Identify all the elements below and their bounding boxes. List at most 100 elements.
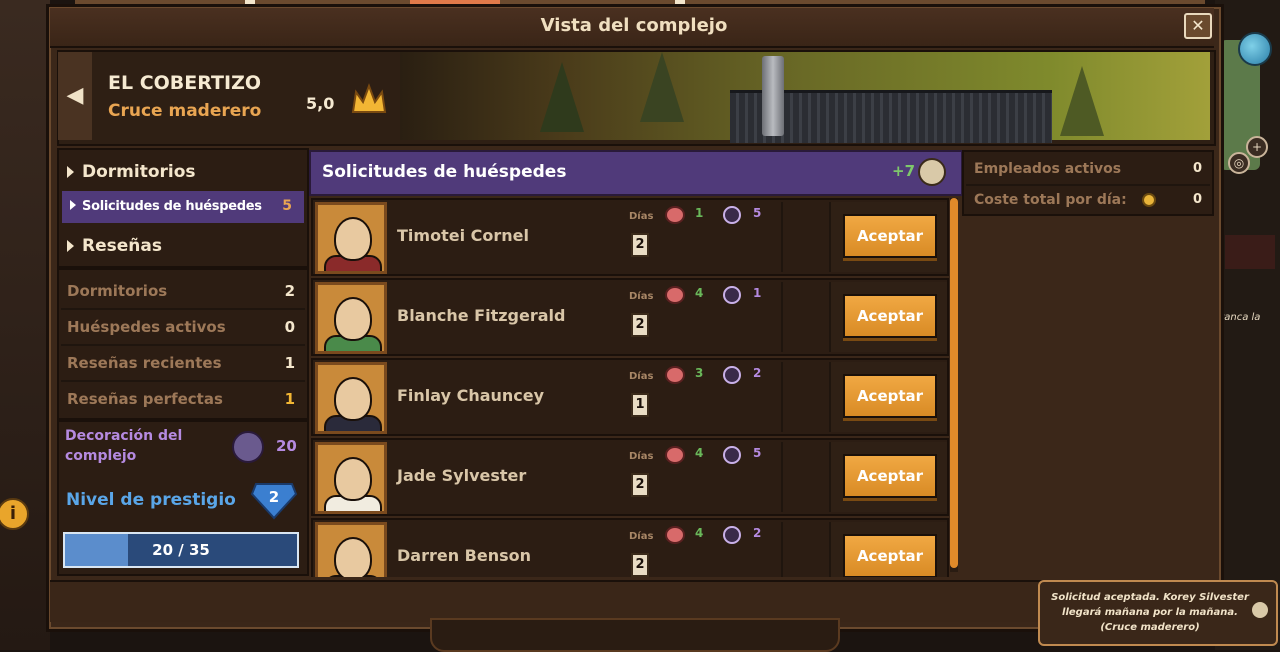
guest-avatar bbox=[315, 442, 387, 514]
guest-value: 2 bbox=[753, 366, 762, 380]
divider bbox=[781, 202, 783, 272]
food-icon bbox=[665, 286, 685, 304]
back-button[interactable]: ◀ bbox=[58, 52, 92, 140]
guest-icon bbox=[1252, 602, 1268, 618]
request-row: Timotei Cornel Días 2 1 5 Aceptar bbox=[311, 198, 949, 276]
nav-item-reviews[interactable]: Reseñas bbox=[67, 236, 162, 256]
nav-item-dormitories[interactable]: Dormitorios bbox=[67, 162, 196, 182]
guest-value: 1 bbox=[753, 286, 762, 300]
accept-button[interactable]: Aceptar bbox=[843, 534, 937, 577]
caret-right-icon bbox=[70, 200, 76, 210]
bottom-hud bbox=[430, 618, 840, 652]
more-requests-count: +7 bbox=[892, 162, 916, 180]
venue-name: EL COBERTIZO bbox=[108, 72, 261, 94]
venue-rating: 5,0 bbox=[306, 94, 335, 113]
progress-text: 20 / 35 bbox=[152, 541, 210, 559]
crown-icon bbox=[351, 83, 387, 113]
add-guest-icon[interactable] bbox=[918, 158, 946, 186]
divider bbox=[781, 362, 783, 432]
employees-panel: Empleados activos 0 Coste total por día:… bbox=[962, 150, 1214, 216]
decoration-icon bbox=[232, 431, 264, 463]
requests-count: 5 bbox=[282, 198, 292, 214]
guest-value: 2 bbox=[753, 526, 762, 540]
caret-right-icon bbox=[67, 240, 74, 252]
food-value: 4 bbox=[695, 286, 704, 300]
days-value: 2 bbox=[631, 473, 649, 497]
background-right bbox=[1215, 0, 1280, 650]
days-label: Días bbox=[629, 211, 654, 222]
globe-icon[interactable] bbox=[1238, 32, 1272, 66]
guest-avatar bbox=[315, 362, 387, 434]
request-row: Jade Sylvester Días 2 4 5 Aceptar bbox=[311, 438, 949, 516]
guest-avatar bbox=[315, 202, 387, 274]
prestige-label: Nivel de prestigio bbox=[66, 490, 236, 510]
food-value: 1 bbox=[695, 206, 704, 220]
target-icon[interactable]: ◎ bbox=[1228, 152, 1250, 174]
food-icon bbox=[665, 446, 685, 464]
guest-name: Blanche Fitzgerald bbox=[397, 306, 566, 325]
prestige-progress-bar: 20 / 35 bbox=[63, 532, 299, 568]
days-label: Días bbox=[629, 531, 654, 542]
toast-text: Solicitud aceptada. Korey Silvester lleg… bbox=[1051, 592, 1249, 633]
guest-icon bbox=[723, 446, 741, 464]
guest-name: Finlay Chauncey bbox=[397, 386, 545, 405]
food-icon bbox=[665, 526, 685, 544]
stat-row: Reseñas perfectas 1 bbox=[67, 390, 295, 408]
stat-row: Huéspedes activos 0 bbox=[61, 310, 305, 346]
days-label: Días bbox=[629, 291, 654, 302]
decoration-value: 20 bbox=[276, 437, 297, 455]
caret-right-icon bbox=[67, 166, 74, 178]
active-employees-row: Empleados activos 0 bbox=[966, 154, 1210, 186]
guest-name: Darren Benson bbox=[397, 546, 532, 565]
accept-button[interactable]: Aceptar bbox=[843, 454, 937, 498]
guest-value: 5 bbox=[753, 206, 762, 220]
guest-value: 5 bbox=[753, 446, 762, 460]
coin-icon bbox=[1142, 193, 1156, 207]
food-icon bbox=[665, 366, 685, 384]
nav-item-guest-requests[interactable]: Solicitudes de huéspedes 5 bbox=[62, 191, 304, 223]
stat-row: Reseñas recientes 1 bbox=[61, 346, 305, 382]
accept-button[interactable]: Aceptar bbox=[843, 294, 937, 338]
guest-name: Jade Sylvester bbox=[397, 466, 527, 485]
request-row: Finlay Chauncey Días 1 3 2 Aceptar bbox=[311, 358, 949, 436]
guest-icon bbox=[723, 366, 741, 384]
stat-row: Dormitorios 2 bbox=[61, 274, 305, 310]
days-label: Días bbox=[629, 371, 654, 382]
accept-cell: Aceptar bbox=[829, 522, 947, 577]
accept-cell: Aceptar bbox=[829, 442, 947, 512]
prestige-level: 2 bbox=[268, 488, 280, 506]
window-title: Vista del complejo bbox=[540, 15, 728, 36]
guest-icon bbox=[723, 206, 741, 224]
decoration-label: Decoración del complejo bbox=[65, 428, 183, 464]
request-row: Darren Benson Días 2 4 2 Aceptar bbox=[311, 518, 949, 577]
days-label: Días bbox=[629, 451, 654, 462]
requests-list: Timotei Cornel Días 2 1 5 Aceptar Blanch… bbox=[309, 195, 949, 577]
accept-cell: Aceptar bbox=[829, 282, 947, 352]
accept-cell: Aceptar bbox=[829, 202, 947, 272]
divider bbox=[781, 442, 783, 512]
divider bbox=[781, 522, 783, 577]
food-value: 4 bbox=[695, 526, 704, 540]
days-value: 2 bbox=[631, 553, 649, 577]
guest-icon bbox=[723, 526, 741, 544]
daily-cost-row: Coste total por día: 0 bbox=[974, 192, 1202, 208]
nav-panel: Dormitorios Solicitudes de huéspedes 5 R… bbox=[57, 148, 309, 268]
divider bbox=[781, 282, 783, 352]
side-text: zanca la bbox=[1219, 312, 1261, 323]
accept-button[interactable]: Aceptar bbox=[843, 214, 937, 258]
close-button[interactable]: ✕ bbox=[1184, 13, 1212, 39]
stats-panel: Dormitorios 2 Huéspedes activos 0 Reseñas … bbox=[57, 268, 309, 420]
requests-scrollbar[interactable] bbox=[950, 198, 958, 572]
accept-cell: Aceptar bbox=[829, 362, 947, 432]
plus-icon[interactable]: + bbox=[1246, 136, 1268, 158]
food-icon bbox=[665, 206, 685, 224]
guest-avatar bbox=[315, 282, 387, 354]
food-value: 3 bbox=[695, 366, 704, 380]
background-left bbox=[0, 0, 50, 650]
scrollbar-thumb[interactable] bbox=[950, 198, 958, 568]
accept-button[interactable]: Aceptar bbox=[843, 374, 937, 418]
requests-title: Solicitudes de huéspedes bbox=[322, 162, 567, 182]
guest-icon bbox=[723, 286, 741, 304]
chimney bbox=[762, 56, 784, 136]
guest-name: Timotei Cornel bbox=[397, 226, 529, 245]
